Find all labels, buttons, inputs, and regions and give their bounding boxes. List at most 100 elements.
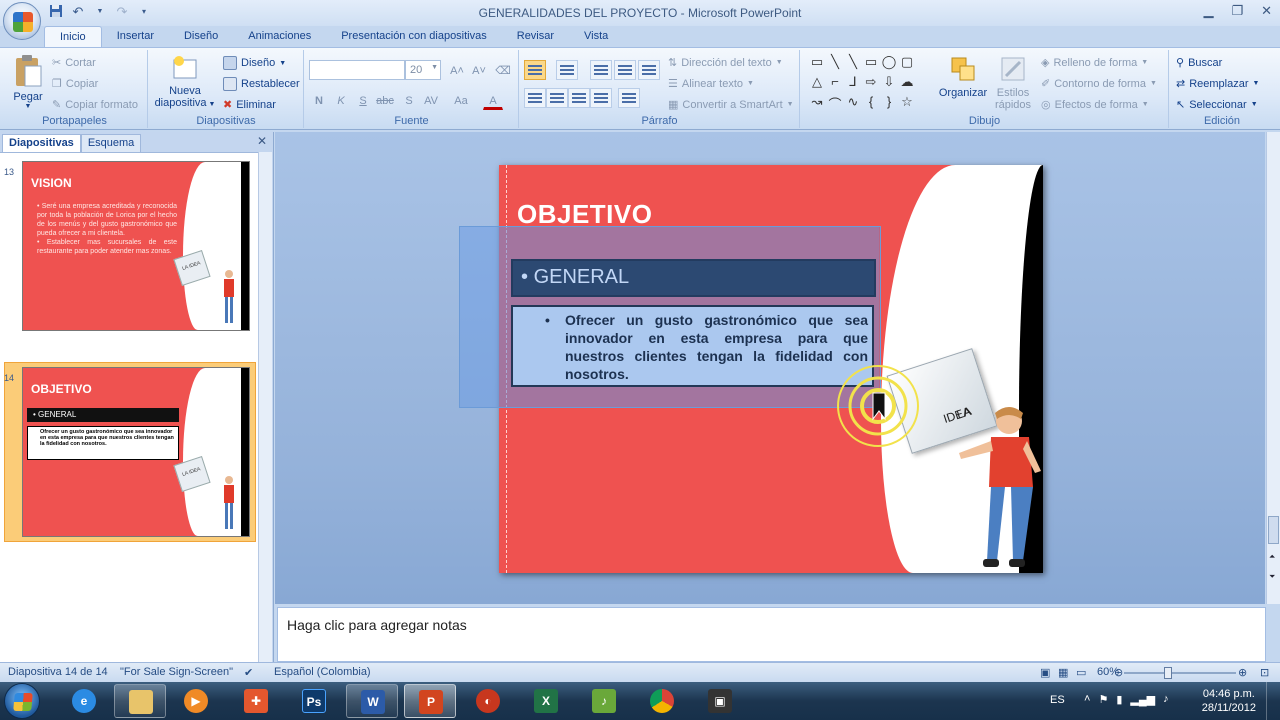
connector-shape-icon[interactable]: ⌐ xyxy=(826,74,844,94)
taskbar-internet-explorer[interactable]: e xyxy=(58,684,110,718)
brace-left-shape-icon[interactable]: { xyxy=(862,94,880,114)
zoom-slider[interactable] xyxy=(1124,672,1236,674)
start-button[interactable] xyxy=(4,683,40,719)
tab-animaciones[interactable]: Animaciones xyxy=(233,26,326,48)
fit-to-window-icon[interactable]: ⊡ xyxy=(1260,666,1269,679)
triangle-shape-icon[interactable]: △ xyxy=(808,74,826,94)
cloud-shape-icon[interactable]: ☁ xyxy=(898,74,916,94)
select-button[interactable]: ↖ Seleccionar ▼ xyxy=(1176,98,1258,112)
strikethrough-button[interactable]: abc xyxy=(375,90,395,110)
slideshow-view-icon[interactable]: ▭ xyxy=(1076,666,1086,679)
bullets-button[interactable] xyxy=(524,60,546,80)
thumbnails-scrollbar[interactable] xyxy=(258,152,272,662)
tab-outline[interactable]: Esquema xyxy=(80,134,142,152)
shrink-font-icon[interactable]: A˅ xyxy=(469,60,489,80)
shape-outline-button[interactable]: ✐ Contorno de forma ▼ xyxy=(1041,77,1157,91)
taskbar-word[interactable]: W xyxy=(346,684,398,718)
chevron-up-icon[interactable]: ˄ xyxy=(1084,693,1090,706)
arrow-down-shape-icon[interactable]: ⇩ xyxy=(880,74,898,94)
tab-revisar[interactable]: Revisar xyxy=(502,26,569,48)
font-size-field[interactable]: 20 ▼ xyxy=(405,60,441,80)
slide-thumbnail-14[interactable]: OBJETIVO • GENERAL Ofrecer un gusto gast… xyxy=(22,367,250,537)
zoom-slider-thumb[interactable] xyxy=(1164,667,1172,679)
quick-styles-button[interactable]: Estilos rápidos xyxy=(987,54,1039,111)
shape-effects-button[interactable]: ◎ Efectos de forma ▼ xyxy=(1041,98,1149,112)
elbow-shape-icon[interactable]: ⅃ xyxy=(844,74,862,94)
close-icon[interactable]: ✕ xyxy=(1261,3,1272,19)
taskbar-app-10[interactable]: ♪ xyxy=(578,684,630,718)
cut-button[interactable]: ✂ Cortar xyxy=(52,56,96,70)
arrange-button[interactable]: Organizar xyxy=(935,54,991,99)
smartart-button[interactable]: ▦ Convertir a SmartArt ▼ xyxy=(668,98,794,112)
rounded-rect-shape-icon[interactable]: ▢ xyxy=(898,54,916,74)
tab-vista[interactable]: Vista xyxy=(569,26,623,48)
tab-insertar[interactable]: Insertar xyxy=(102,26,169,48)
curve-shape-icon[interactable]: ↝ xyxy=(808,94,826,114)
oval-shape-icon[interactable]: ◯ xyxy=(880,54,898,74)
italic-button[interactable]: K xyxy=(331,90,351,110)
new-slide-button[interactable]: Nueva diapositiva ▼ xyxy=(153,54,217,109)
font-color-button[interactable]: A xyxy=(483,90,503,110)
office-button[interactable] xyxy=(3,2,41,40)
text-direction-button[interactable]: ⇅ Dirección del texto ▼ xyxy=(668,56,783,70)
taskbar-excel[interactable]: X xyxy=(520,684,572,718)
tab-presentacion[interactable]: Presentación con diapositivas xyxy=(326,26,502,48)
minimize-icon[interactable]: ▁ xyxy=(1203,3,1213,19)
char-spacing-button[interactable]: AV xyxy=(421,90,441,110)
taskbar-app-4[interactable]: ✚ xyxy=(230,684,282,718)
taskbar-app-8[interactable]: ◐ xyxy=(462,684,514,718)
action-center-icon[interactable]: ⚑ xyxy=(1098,693,1108,706)
text-shadow-button[interactable]: S xyxy=(399,90,419,110)
arc-shape-icon[interactable]: ⌒ xyxy=(826,94,844,114)
replace-button[interactable]: ⇄ Reemplazar ▼ xyxy=(1176,77,1259,91)
line2-shape-icon[interactable]: ╲ xyxy=(844,54,862,74)
copy-button[interactable]: ❐ Copiar xyxy=(52,77,98,91)
volume-icon[interactable]: ♪ xyxy=(1163,693,1169,706)
shapes-gallery[interactable]: ▭ ╲ ╲ ▭ ◯ ▢ △ ⌐ ⅃ ⇨ ⇩ ☁ ↝ ⌒ ∿{} ☆ xyxy=(808,54,916,114)
show-desktop-button[interactable] xyxy=(1266,682,1280,720)
taskbar-powerpoint[interactable]: P xyxy=(404,684,456,718)
arrow-right-shape-icon[interactable]: ⇨ xyxy=(862,74,880,94)
tab-slides[interactable]: Diapositivas xyxy=(2,134,81,152)
numbering-button[interactable] xyxy=(556,60,578,80)
tab-inicio[interactable]: Inicio xyxy=(44,26,102,48)
format-painter-button[interactable]: ✎ Copiar formato xyxy=(52,98,138,112)
taskbar-photoshop[interactable]: Ps xyxy=(288,684,340,718)
taskbar-chrome[interactable] xyxy=(636,684,688,718)
taskbar-media-player[interactable]: ▶ xyxy=(170,684,222,718)
normal-view-icon[interactable]: ▣ xyxy=(1040,666,1050,679)
increase-indent-button[interactable] xyxy=(614,60,636,80)
decrease-indent-button[interactable] xyxy=(590,60,612,80)
spellcheck-icon[interactable]: ✔ xyxy=(244,666,253,679)
justify-button[interactable] xyxy=(590,88,612,108)
pane-close-icon[interactable]: ✕ xyxy=(257,134,267,148)
bold-button[interactable]: N xyxy=(309,90,329,110)
slide-scrollbar[interactable]: ⏶ ⏷ xyxy=(1266,132,1280,604)
input-language[interactable]: ES xyxy=(1050,694,1065,706)
taskbar-explorer[interactable] xyxy=(114,684,166,718)
zoom-out-icon[interactable]: ⊖ xyxy=(1114,666,1123,679)
zoom-in-icon[interactable]: ⊕ xyxy=(1238,666,1247,679)
clock[interactable]: 04:46 p.m. 28/11/2012 xyxy=(1202,687,1256,715)
previous-slide-icon[interactable]: ⏶ xyxy=(1269,552,1275,562)
underline-button[interactable]: S xyxy=(353,90,373,110)
star-shape-icon[interactable]: ☆ xyxy=(898,94,916,114)
slide-sorter-icon[interactable]: ▦ xyxy=(1058,666,1068,679)
align-text-button[interactable]: ☰ Alinear texto ▼ xyxy=(668,77,754,91)
clear-format-icon[interactable]: ⌫ xyxy=(493,60,513,80)
textbox-shape-icon[interactable]: ▭ xyxy=(808,54,826,74)
paste-button[interactable]: Pegar ▼ xyxy=(8,54,48,110)
align-left-button[interactable] xyxy=(524,88,546,108)
tab-diseno[interactable]: Diseño xyxy=(169,26,233,48)
align-right-button[interactable] xyxy=(568,88,590,108)
slide-thumbnail-13[interactable]: VISION • Seré una empresa acreditada y r… xyxy=(22,161,250,331)
font-name-field[interactable] xyxy=(309,60,405,80)
notes-pane[interactable]: Haga clic para agregar notas xyxy=(277,607,1266,662)
wave-shape-icon[interactable]: ∿ xyxy=(844,94,862,114)
reset-button[interactable]: Restablecer xyxy=(223,77,300,91)
signal-icon[interactable]: ▂▄▆ xyxy=(1130,693,1155,706)
grow-font-icon[interactable]: A˄ xyxy=(447,60,467,80)
change-case-button[interactable]: Aa xyxy=(451,90,471,110)
language-status[interactable]: Español (Colombia) xyxy=(274,666,371,678)
rectangle-shape-icon[interactable]: ▭ xyxy=(862,54,880,74)
